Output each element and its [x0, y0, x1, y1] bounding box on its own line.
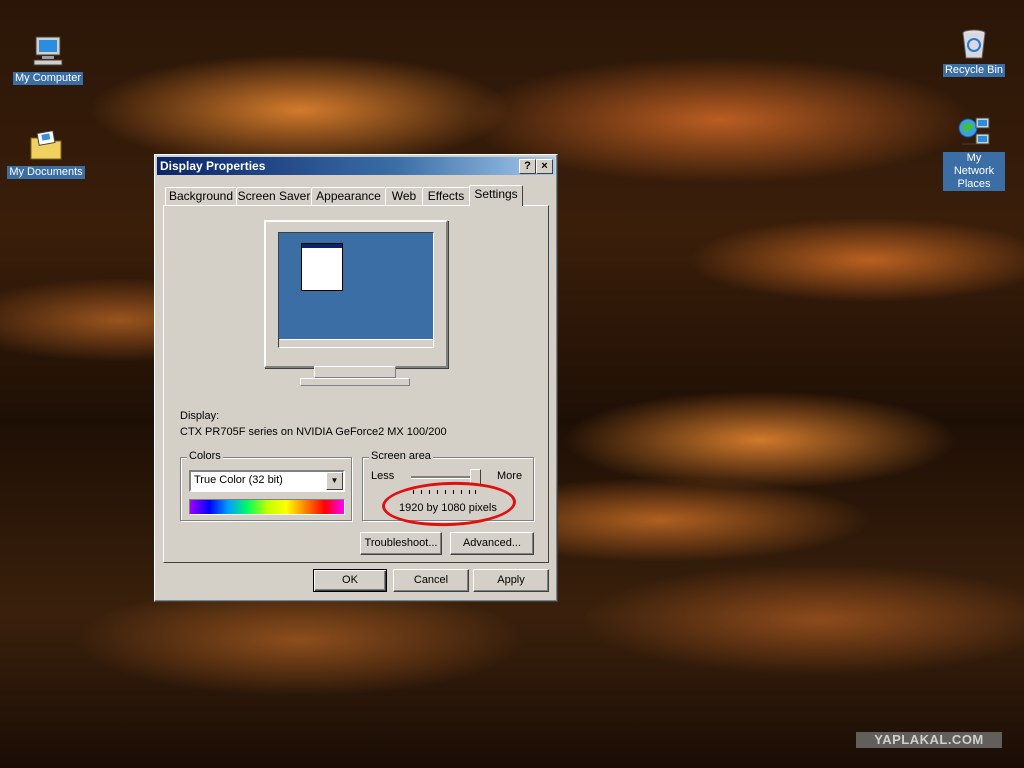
- folder-icon: [28, 128, 64, 164]
- preview-window: [301, 243, 343, 291]
- desktop-icon-label: Recycle Bin: [942, 64, 1006, 77]
- tab-appearance[interactable]: Appearance: [311, 187, 386, 205]
- color-spectrum: [189, 499, 345, 515]
- desktop-icon-my-computer[interactable]: My Computer: [8, 34, 88, 85]
- ok-button[interactable]: OK: [313, 569, 387, 592]
- desktop-icon-label: My Network Places: [943, 152, 1005, 191]
- preview-taskbar: [279, 339, 433, 347]
- colors-dropdown[interactable]: True Color (32 bit) ▼: [189, 470, 345, 492]
- monitor-screen: [278, 232, 434, 348]
- cancel-button[interactable]: Cancel: [393, 569, 469, 592]
- monitor-base: [300, 378, 410, 386]
- tab-screen-saver[interactable]: Screen Saver: [236, 187, 312, 205]
- colors-group-label: Colors: [187, 450, 223, 462]
- desktop-icon-label: My Documents: [7, 166, 85, 179]
- more-label: More: [497, 470, 523, 482]
- less-label: Less: [371, 470, 395, 482]
- colors-dropdown-value: True Color (32 bit): [194, 474, 283, 486]
- desktop-icon-label: My Computer: [12, 72, 84, 85]
- screen-area-group-label: Screen area: [369, 450, 433, 462]
- title-bar[interactable]: Display Properties ? ×: [157, 157, 555, 175]
- display-value: CTX PR705F series on NVIDIA GeForce2 MX …: [180, 426, 447, 438]
- network-icon: [956, 114, 992, 150]
- apply-button[interactable]: Apply: [473, 569, 549, 592]
- monitor-stand: [314, 366, 396, 378]
- tab-background[interactable]: Background: [165, 187, 237, 205]
- colors-group: Colors True Color (32 bit) ▼: [180, 450, 352, 521]
- dialog-title: Display Properties: [160, 159, 266, 173]
- recycle-bin-icon: [956, 26, 992, 62]
- tab-effects[interactable]: Effects: [422, 187, 470, 205]
- desktop-icon-my-network-places[interactable]: My Network Places: [934, 114, 1014, 191]
- tab-web[interactable]: Web: [385, 187, 423, 205]
- troubleshoot-button[interactable]: Troubleshoot...: [360, 532, 442, 555]
- desktop-icon-recycle-bin[interactable]: Recycle Bin: [934, 26, 1014, 77]
- computer-icon: [30, 34, 66, 70]
- display-properties-dialog: Display Properties ? × Background Screen…: [154, 154, 558, 602]
- watermark: YAPLAKAL.COM: [856, 732, 1002, 748]
- desktop-icon-my-documents[interactable]: My Documents: [6, 128, 86, 179]
- monitor-preview: [264, 220, 448, 368]
- advanced-button[interactable]: Advanced...: [450, 532, 534, 555]
- chevron-down-icon[interactable]: ▼: [326, 472, 343, 490]
- close-button[interactable]: ×: [536, 159, 553, 174]
- tab-settings[interactable]: Settings: [469, 185, 523, 206]
- help-button[interactable]: ?: [519, 159, 536, 174]
- display-label: Display:: [180, 410, 220, 422]
